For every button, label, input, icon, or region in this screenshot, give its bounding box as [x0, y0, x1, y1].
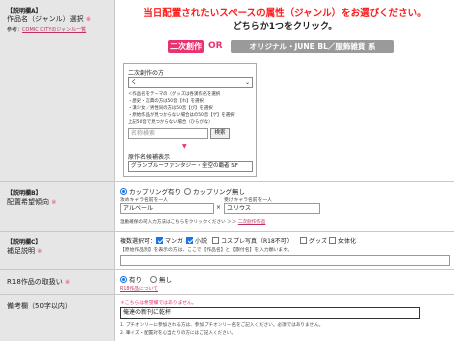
genre-list-link[interactable]: COMIC CITYのジャンル一覧 [22, 27, 86, 33]
reference-text: 参考：COMIC CITYのジャンル一覧 [7, 27, 87, 33]
btn-original[interactable]: オリジナル・JUNE BL／服飾雑貨 系 [231, 40, 394, 53]
checkbox-novel[interactable]: 小説 [186, 236, 207, 245]
required-mark: ※ [37, 248, 43, 255]
radio-icon [120, 276, 127, 283]
row-label: R18作品の取扱い ※ [0, 270, 115, 294]
application-form: 【説明欄A】 作品名（ジャンル）選択 ※ 参考：COMIC CITYのジャンル一… [0, 0, 454, 341]
left-character-input[interactable]: アルベール [120, 203, 214, 214]
candidate-select[interactable]: グランブルーファンタジー・全空の覇者 SF [128, 161, 253, 172]
search-button[interactable]: 検索 [210, 128, 230, 139]
name-search-input[interactable]: 名称検索 [128, 128, 208, 139]
note-line: 上記50音で見つからない場合（ひらがな） [128, 120, 213, 125]
radio-icon [150, 276, 157, 283]
niji-works-link[interactable]: 二次創作作品 [238, 220, 266, 225]
checkbox-manga[interactable]: マンガ [156, 236, 183, 245]
arrow-down-icon: ▼ [182, 143, 187, 150]
row-supplement: 【説明欄C】 補足説明 ※ 複数選択可： マンガ 小説 コスプレ写真（R18不可… [0, 232, 454, 270]
checkbox-cosplay[interactable]: コスプレ写真（R18不可） [212, 236, 293, 245]
multi-select-label: 複数選択可： [120, 238, 157, 245]
note-line: ・原始作品が見つからない場合はの50音【ゲ】を選択 [128, 113, 235, 118]
row-r18: R18作品の取扱い ※ 有り 無し R18作品について [0, 270, 454, 295]
panel-heading: 二次創作の方 [128, 70, 165, 77]
niji-panel: 二次創作の方 く ⌄ ＜作品名をテーマの（グッズは各漢作名を選択 ・歴史・言典の… [123, 63, 257, 177]
headline-click-one: どちらか1つをクリック。 [232, 22, 338, 32]
row-remarks: 備考欄（50字以内） ＊こちらは希望欄ではありません。 俺達の新刊に乾杯 1. … [0, 295, 454, 341]
chevron-down-icon: ⌄ [244, 79, 250, 86]
left-caption: 攻めキャラ名前を一人 [120, 198, 168, 203]
right-caption: 受けキャラ名前を一人 [224, 198, 272, 203]
row-label: 備考欄（50字以内） [0, 295, 115, 341]
row-content: カップリング有り カップリング無し 攻めキャラ名前を一人 受けキャラ名前を一人 … [116, 182, 454, 231]
row-label-title: 備考欄（50字以内） [7, 302, 72, 310]
row-label-title: R18作品の取扱い ※ [7, 278, 71, 286]
note-line: ＜作品名をテーマの（グッズは各漢作名を選択 [128, 92, 221, 97]
required-mark: ※ [65, 279, 71, 286]
row-placement: 【説明欄B】 配置希望傾向 ※ カップリング有り カップリング無し 攻めキャラ名… [0, 182, 454, 232]
remarks-input[interactable]: 俺達の新刊に乾杯 [120, 307, 420, 319]
remarks-note-2: 2. 筆イズ・配置対を心当たりの方にはご記入ください。 [120, 331, 236, 336]
btn-niji[interactable]: 二次創作 [168, 40, 204, 53]
required-mark: ※ [51, 199, 57, 206]
row-label-title: 配置希望傾向 ※ [7, 198, 57, 206]
r18-yes-radio[interactable]: 有り [120, 274, 142, 284]
checkbox-icon [212, 237, 219, 244]
row-label-title: 作品名（ジャンル）選択 ※ [7, 15, 91, 23]
kana-select[interactable]: く ⌄ [128, 77, 253, 88]
row-label: 【説明欄B】 配置希望傾向 ※ [0, 182, 115, 231]
row-content: 複数選択可： マンガ 小説 コスプレ写真（R18不可） グッズ 女体化 【原始作… [116, 232, 454, 269]
checkbox-icon [156, 237, 163, 244]
or-text: OR [208, 41, 223, 51]
checkbox-nyotaika[interactable]: 女体化 [329, 236, 356, 245]
kana-notes: ＜作品名をテーマの（グッズは各漢作名を選択 ・歴史・言典の方は50音【れ】を選択… [128, 91, 256, 126]
note-line: ・漢少女／男性同の方は50音【び】を選択 [128, 106, 213, 111]
row-label-title: 補足説明 ※ [7, 247, 43, 255]
note-line: ・歴史・言典の方は50音【れ】を選択 [128, 99, 204, 104]
remarks-note-1: 1. プチオンリーに参加される方は、参加プチオンリー名をご記入ください。必須では… [120, 323, 324, 328]
checkbox-icon [300, 237, 307, 244]
checkbox-icon [329, 237, 336, 244]
supplement-note: 【原始作品別】を表示の方は、ここで【作品名】と【旗付名】を入力願います。 [120, 248, 293, 253]
candidate-label: 原作名候補表示 [128, 154, 171, 161]
row-content: 当日配置されたいスペースの属性（ジャンル）をお選びください。 どちらか1つをクリ… [116, 0, 454, 181]
checkbox-goods[interactable]: グッズ [300, 236, 327, 245]
times-sign: × [216, 204, 222, 211]
headline-select-genre: 当日配置されたいスペースの属性（ジャンル）をお選びください。 [143, 8, 427, 19]
coupling-yes-radio[interactable]: カップリング有り [120, 186, 181, 196]
r18-info-link[interactable]: R18作品について [120, 285, 158, 292]
remarks-warning: ＊こちらは希望欄ではありません。 [120, 301, 197, 306]
row-genre-select: 【説明欄A】 作品名（ジャンル）選択 ※ 参考：COMIC CITYのジャンル一… [0, 0, 454, 182]
r18-no-radio[interactable]: 無し [150, 274, 172, 284]
coupling-note: 温動確保の司入力方法はこちらをクリックください ＞＞ 二次創作作品 [120, 220, 266, 225]
coupling-no-radio[interactable]: カップリング無し [184, 186, 245, 196]
row-label-tag: 【説明欄B】 [7, 190, 42, 197]
right-character-input[interactable]: ユリウス [224, 203, 320, 214]
supplement-input[interactable] [120, 255, 450, 266]
radio-icon [184, 188, 191, 195]
row-label: 【説明欄A】 作品名（ジャンル）選択 ※ 参考：COMIC CITYのジャンル一… [0, 0, 115, 181]
required-mark: ※ [85, 16, 91, 23]
row-label: 【説明欄C】 補足説明 ※ [0, 232, 115, 269]
radio-icon [120, 188, 127, 195]
row-content: ＊こちらは希望欄ではありません。 俺達の新刊に乾杯 1. プチオンリーに参加され… [116, 295, 454, 341]
checkbox-icon [186, 237, 193, 244]
row-content: 有り 無し R18作品について [116, 270, 454, 294]
row-label-tag: 【説明欄C】 [7, 239, 42, 246]
